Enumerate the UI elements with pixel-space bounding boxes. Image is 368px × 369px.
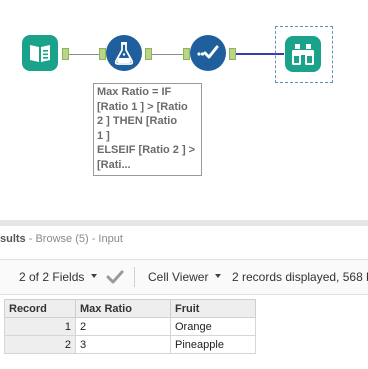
annotation-line: [Rati...: [97, 158, 131, 171]
results-grid[interactable]: Record Max Ratio Fruit 1 2 Orange 2 3 Pi…: [4, 299, 256, 354]
record-number: 2: [4, 335, 76, 354]
cell-viewer-dropdown[interactable]: Cell Viewer: [148, 270, 208, 284]
checkmark-icon: [197, 45, 219, 59]
column-header[interactable]: Max Ratio: [75, 299, 171, 318]
records-info: 2 records displayed, 568 b: [232, 270, 368, 284]
output-anchor[interactable]: [145, 48, 152, 60]
chevron-down-icon[interactable]: [91, 274, 97, 278]
formula-annotation[interactable]: Max Ratio = IF [Ratio 1 ] > [Ratio 2 ] T…: [93, 83, 202, 176]
results-pane: sults - Browse (5) - Input 2 of 2 Fields…: [0, 226, 368, 369]
workflow-canvas[interactable]: Max Ratio = IF [Ratio 1 ] > [Ratio 2 ] T…: [0, 0, 368, 220]
select-tool[interactable]: [190, 35, 226, 71]
annotation-line: Max Ratio = IF: [97, 86, 172, 98]
column-header[interactable]: Record: [4, 299, 76, 318]
results-title-rest: - Browse (5) - Input: [25, 233, 123, 245]
annotation-line: [Ratio 1 ] > [Ratio: [97, 100, 188, 113]
input-data-tool[interactable]: [22, 35, 58, 71]
toolbar-separator: [134, 267, 135, 287]
table-cell[interactable]: 3: [75, 335, 171, 354]
column-header[interactable]: Fruit: [170, 299, 256, 318]
table-cell[interactable]: 2: [75, 317, 171, 336]
table-row[interactable]: 2 3 Pineapple: [4, 335, 256, 354]
fields-dropdown[interactable]: 2 of 2 Fields: [19, 270, 84, 284]
table-row[interactable]: 1 2 Orange: [4, 317, 256, 336]
output-anchor[interactable]: [229, 48, 236, 60]
results-title-bold: sults: [0, 233, 26, 245]
browse-tool[interactable]: [285, 36, 321, 72]
annotation-line: 2 ] THEN [Ratio: [97, 115, 178, 127]
checkmark-icon[interactable]: [106, 269, 124, 285]
input-anchor[interactable]: [183, 48, 190, 60]
table-cell[interactable]: Pineapple: [170, 335, 256, 354]
binoculars-icon: [292, 44, 314, 65]
input-anchor[interactable]: [99, 48, 106, 60]
chevron-down-icon[interactable]: [215, 274, 221, 278]
annotation-line: ELSEIF [Ratio 2 ] >: [97, 144, 196, 156]
book-icon: [30, 45, 50, 62]
record-number: 1: [4, 317, 76, 336]
flask-icon: [114, 42, 134, 65]
formula-tool[interactable]: [106, 35, 142, 71]
annotation-line: 1 ]: [97, 129, 110, 142]
table-cell[interactable]: Orange: [170, 317, 256, 336]
results-title: sults - Browse (5) - Input: [0, 233, 123, 245]
output-anchor[interactable]: [62, 48, 69, 60]
results-toolbar: 2 of 2 Fields Cell Viewer 2 records disp…: [0, 259, 368, 295]
